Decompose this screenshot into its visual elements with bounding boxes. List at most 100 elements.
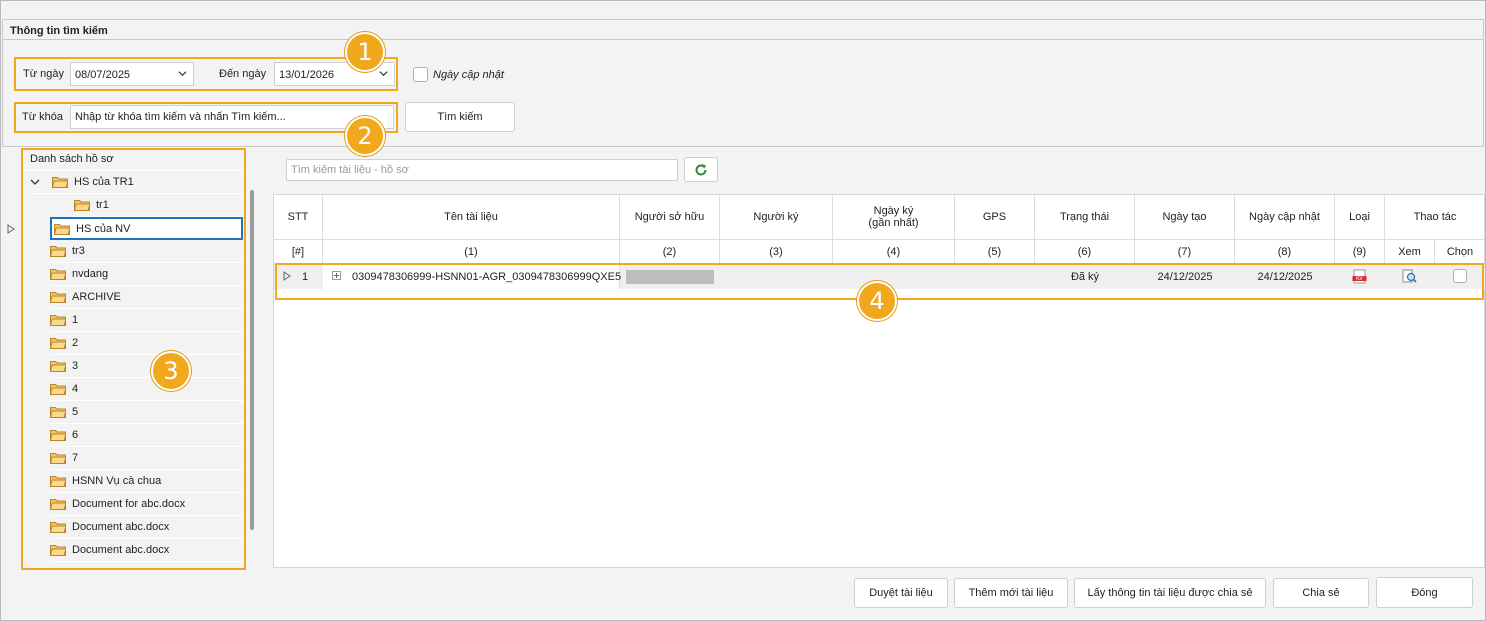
folder-icon xyxy=(54,223,70,235)
tree-item[interactable]: Document abc.docx xyxy=(50,539,244,562)
col-signed-date[interactable]: Ngày ký (gần nhất) xyxy=(833,195,955,239)
folder-icon xyxy=(50,292,66,303)
search-section-title: Thông tin tìm kiếm xyxy=(10,25,108,37)
tree-item-label: tr3 xyxy=(72,245,85,257)
row-indicator-icon xyxy=(283,271,291,281)
tree-item-label: 7 xyxy=(72,452,79,464)
close-button[interactable]: Đóng xyxy=(1376,577,1473,608)
keyword-label: Từ khóa xyxy=(22,111,63,123)
updated-date-checkbox[interactable] xyxy=(413,67,428,82)
col-type[interactable]: Loại xyxy=(1335,195,1385,239)
row-select-checkbox[interactable] xyxy=(1453,269,1467,283)
tree-item-hs-tr1[interactable]: HS của TR1 xyxy=(30,171,244,194)
preview-icon[interactable] xyxy=(1402,269,1417,284)
tree-item[interactable]: 3 xyxy=(50,355,244,378)
idx-5: (5) xyxy=(955,240,1035,264)
tree-item[interactable]: 7 xyxy=(50,447,244,470)
tree-item-label: HS của NV xyxy=(76,222,131,235)
tree-item-label: Document abc.docx xyxy=(72,521,170,533)
tree-item[interactable]: nvdang xyxy=(50,263,244,286)
refresh-button[interactable] xyxy=(684,157,718,182)
search-button[interactable]: Tìm kiếm xyxy=(405,102,515,132)
tree-scrollbar[interactable] xyxy=(250,190,254,530)
document-search-placeholder: Tìm kiếm tài liệu - hồ sơ xyxy=(291,164,409,176)
folder-open-icon xyxy=(52,177,68,188)
col-actions: Thao tác xyxy=(1413,211,1457,223)
tree-item-tr1[interactable]: tr1 xyxy=(74,194,244,217)
folder-icon xyxy=(74,200,90,211)
share-button[interactable]: Chia sẻ xyxy=(1273,578,1369,608)
chevron-down-icon xyxy=(178,71,187,77)
tree-item[interactable]: tr3 xyxy=(50,240,244,263)
col-created[interactable]: Ngày tạo xyxy=(1135,195,1235,239)
badge-2: 2 xyxy=(345,116,385,156)
folder-icon xyxy=(50,361,66,372)
tree-item[interactable]: 4 xyxy=(50,378,244,401)
badge-3: 3 xyxy=(151,351,191,391)
tree-item-label: 3 xyxy=(72,360,79,372)
folder-icon xyxy=(50,338,66,349)
folder-icon xyxy=(50,407,66,418)
from-date-combo[interactable]: 08/07/2025 xyxy=(70,62,194,86)
from-date-value: 08/07/2025 xyxy=(75,69,131,81)
folder-icon xyxy=(50,453,66,464)
row-document-name[interactable]: 0309478306999-HSNN01-AGR_0309478306999QX… xyxy=(352,265,621,289)
col-updated[interactable]: Ngày cập nhật xyxy=(1235,195,1335,239)
idx-4: (4) xyxy=(833,240,955,264)
idx-2: (2) xyxy=(620,240,720,264)
tree-item[interactable]: 1 xyxy=(50,309,244,332)
keyword-placeholder: Nhập từ khóa tìm kiếm và nhấn Tìm kiếm..… xyxy=(75,111,286,123)
tree-item-label: 6 xyxy=(72,429,79,441)
tree-item-label: tr1 xyxy=(96,199,109,211)
folder-icon xyxy=(50,315,66,326)
chevron-expanded-icon[interactable] xyxy=(30,178,40,186)
row-updated: 24/12/2025 xyxy=(1257,271,1313,283)
tree-item-label: 1 xyxy=(72,314,79,326)
col-name[interactable]: Tên tài liệu xyxy=(323,195,620,239)
row-created: 24/12/2025 xyxy=(1157,271,1213,283)
redacted-owner xyxy=(626,270,714,284)
document-search-input[interactable]: Tìm kiếm tài liệu - hồ sơ xyxy=(286,159,678,181)
row-status: Đã ký xyxy=(1070,271,1100,283)
tree-item[interactable]: ARCHIVE xyxy=(50,286,244,309)
section-divider xyxy=(3,39,1483,40)
folder-icon xyxy=(50,476,66,487)
idx-8: (8) xyxy=(1235,240,1335,264)
tree-item-hs-nv[interactable]: HS của NV xyxy=(50,217,243,240)
tree-item[interactable]: HSNN Vụ cà chua xyxy=(50,470,244,493)
tree-item-label: 4 xyxy=(72,383,79,395)
tree-item[interactable]: Document abc.docx xyxy=(50,516,244,539)
idx-stt: [#] xyxy=(274,240,323,264)
tree-item-label: HSNN Vụ cà chua xyxy=(72,475,162,487)
col-owner[interactable]: Người sở hữu xyxy=(620,195,720,239)
col-stt[interactable]: STT xyxy=(274,195,323,239)
col-view: Xem xyxy=(1385,240,1435,264)
tree-item-label: Document for abc.docx xyxy=(72,498,186,510)
tree-item-label: ARCHIVE xyxy=(72,291,121,303)
folder-tree: Danh sách hồ sơ HS của TR1 tr1 HS của NV… xyxy=(22,148,244,568)
tree-item-label: Document abc.docx xyxy=(72,544,170,556)
row-indicator-icon xyxy=(7,224,15,234)
approve-document-button[interactable]: Duyệt tài liệu xyxy=(854,578,948,608)
folder-icon xyxy=(50,522,66,533)
add-document-button[interactable]: Thêm mới tài liệu xyxy=(954,578,1068,608)
tree-item[interactable]: Document for abc.docx xyxy=(50,493,244,516)
document-grid: STT Tên tài liệu Người sở hữu Người ký N… xyxy=(273,194,1485,568)
to-date-label: Đến ngày xyxy=(219,68,267,80)
col-gps[interactable]: GPS xyxy=(955,195,1035,239)
col-status[interactable]: Trạng thái xyxy=(1035,195,1135,239)
keyword-input[interactable]: Nhập từ khóa tìm kiếm và nhấn Tìm kiếm..… xyxy=(70,105,394,129)
folder-icon xyxy=(50,269,66,280)
tree-item[interactable]: 2 xyxy=(50,332,244,355)
tree-title: Danh sách hồ sơ xyxy=(30,153,114,165)
folder-icon xyxy=(50,499,66,510)
expand-row-icon[interactable] xyxy=(332,271,341,280)
col-select: Chọn xyxy=(1446,246,1474,258)
get-shared-documents-button[interactable]: Lấy thông tin tài liệu được chia sẻ xyxy=(1074,578,1266,608)
tree-item[interactable]: 5 xyxy=(50,401,244,424)
from-date-label: Từ ngày xyxy=(23,68,64,80)
col-signer[interactable]: Người ký xyxy=(720,195,833,239)
col-signed-date-line2: (gần nhất) xyxy=(868,217,919,229)
tree-item[interactable]: 6 xyxy=(50,424,244,447)
idx-9: (9) xyxy=(1335,240,1385,264)
